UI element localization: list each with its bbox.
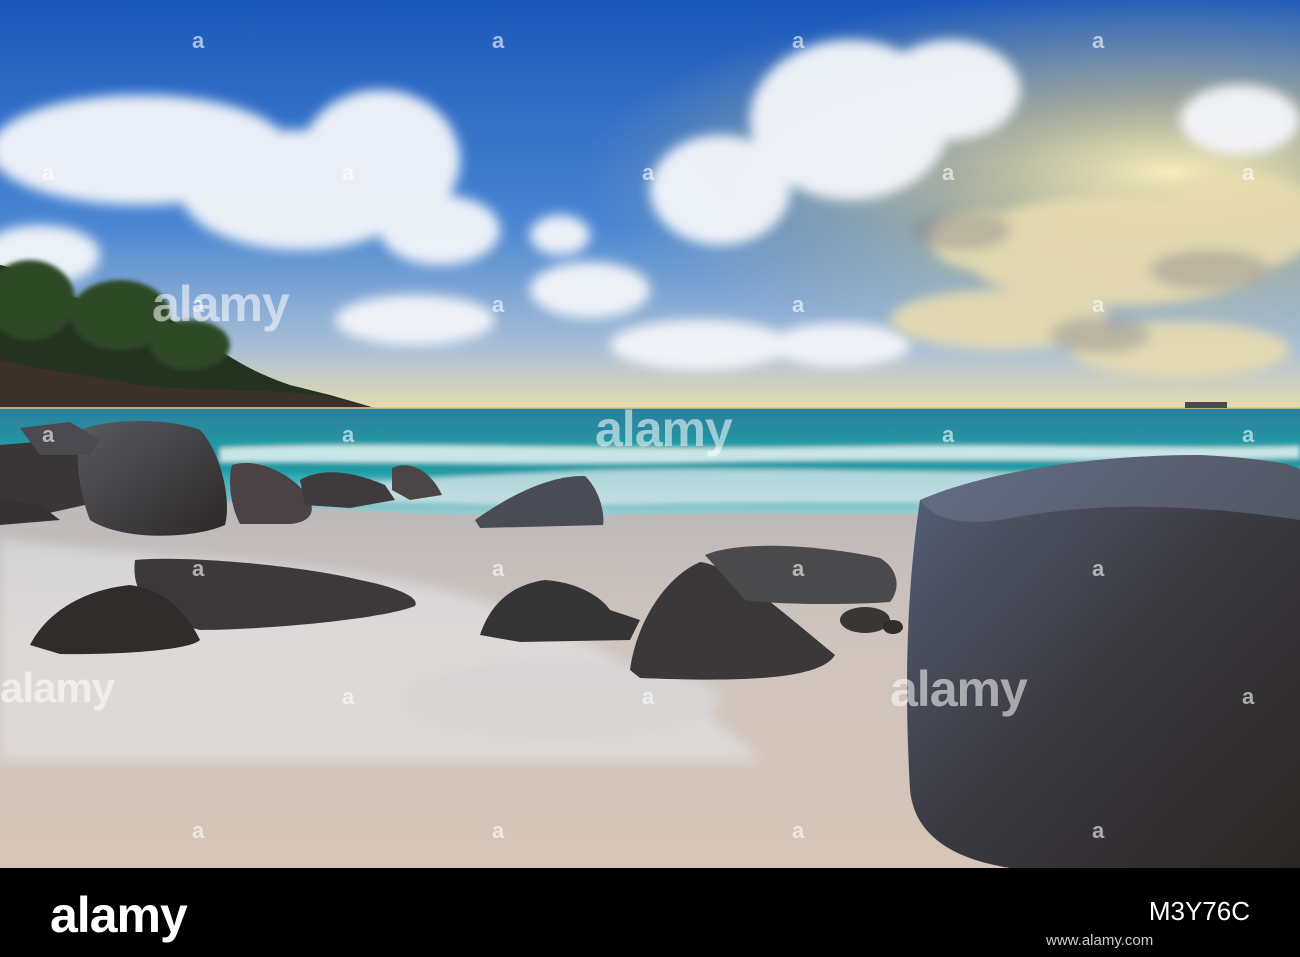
watermark-glyph: a (492, 818, 505, 843)
watermark-glyph: a (42, 422, 55, 447)
watermark-glyph: a (942, 160, 955, 185)
watermark-glyph: a (42, 160, 55, 185)
watermark-glyph: a (342, 160, 355, 185)
watermark-glyph: a (492, 556, 505, 581)
watermark-glyph: a (1092, 818, 1105, 843)
stock-photo-frame: alamy alamy alamy alamy a a a a a a a a … (0, 0, 1300, 957)
watermark-logo: alamy (595, 401, 733, 457)
watermark-glyph: a (1092, 292, 1105, 317)
watermark-glyph: a (792, 818, 805, 843)
image-id: M3Y76C (1148, 896, 1250, 926)
watermark-glyph: a (642, 684, 655, 709)
watermark-glyph: a (192, 818, 205, 843)
watermark-glyph: a (1092, 556, 1105, 581)
watermark-glyph: a (342, 684, 355, 709)
watermark-glyph: a (1242, 160, 1255, 185)
watermark-glyph: a (492, 28, 505, 53)
watermark-glyph: a (942, 422, 955, 447)
watermark-glyph: a (192, 28, 205, 53)
watermark-glyph: a (1242, 422, 1255, 447)
footer-url: www.alamy.com (1046, 932, 1154, 949)
footer-logo: alamy (50, 887, 188, 943)
watermark-glyph: a (642, 160, 655, 185)
watermark-glyph: a (792, 556, 805, 581)
watermark-logo: alamy (0, 664, 115, 711)
watermark-glyph: a (1242, 684, 1255, 709)
watermark-glyph: a (792, 28, 805, 53)
watermark-logo: alamy (890, 661, 1028, 717)
watermark-glyph: a (492, 292, 505, 317)
watermark-glyph: a (792, 292, 805, 317)
watermark-glyph: a (192, 292, 205, 317)
footer-bar: alamy M3Y76C www.alamy.com (0, 868, 1300, 957)
watermark-glyph: a (1092, 28, 1105, 53)
watermark-logo: alamy (152, 276, 290, 332)
watermark-glyph: a (342, 422, 355, 447)
watermark-glyph: a (192, 556, 205, 581)
